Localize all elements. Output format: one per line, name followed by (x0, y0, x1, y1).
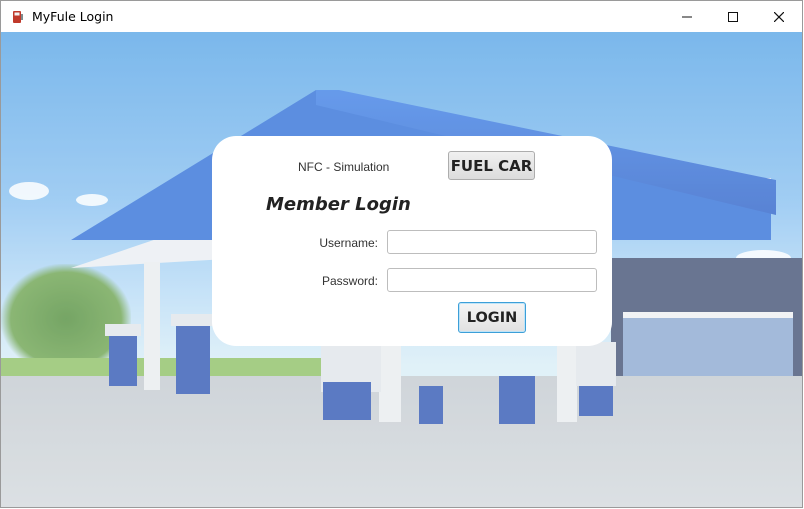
window-title: MyFule Login (32, 9, 114, 24)
password-input[interactable] (387, 268, 597, 292)
username-label: Username: (319, 236, 378, 250)
minimize-button[interactable] (664, 1, 710, 32)
nfc-simulation-label: NFC - Simulation (298, 160, 390, 174)
maximize-button[interactable] (710, 1, 756, 32)
maximize-icon (728, 11, 738, 22)
member-login-heading: Member Login (266, 194, 411, 215)
close-button[interactable] (756, 1, 802, 32)
title-bar[interactable]: MyFule Login (1, 1, 802, 32)
login-button[interactable]: LOGIN (458, 302, 526, 333)
close-icon (774, 11, 784, 22)
username-input[interactable] (387, 230, 597, 254)
password-label: Password: (321, 274, 378, 288)
minimize-icon (682, 16, 692, 17)
fuel-car-button[interactable]: FUEL CAR (448, 151, 535, 180)
app-window: MyFule Login NFC - Simulation FUEL CAR M… (0, 0, 803, 508)
fuel-pump-icon (12, 10, 24, 24)
login-card: NFC - Simulation FUEL CAR Member Login U… (212, 136, 612, 346)
window-controls (664, 1, 802, 32)
